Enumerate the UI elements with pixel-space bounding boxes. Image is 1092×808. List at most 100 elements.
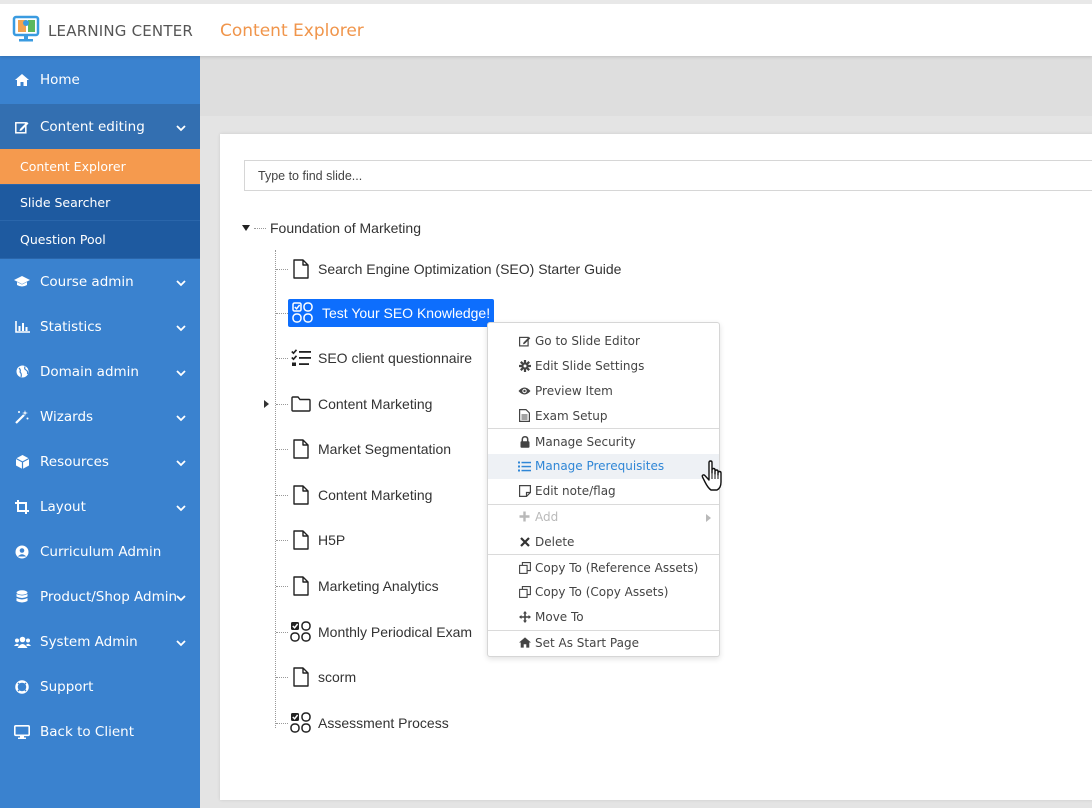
chevron-down-icon [176,120,186,136]
sidebar: Home Content editing Content Explorer Sl… [0,56,200,808]
page-icon [290,666,312,688]
sidebar-subitem-question-pool[interactable]: Question Pool [0,221,200,259]
tree-item[interactable]: Content Marketing [276,480,432,510]
tree-item[interactable]: Search Engine Optimization (SEO) Starter… [276,254,621,284]
sidebar-item-label: System Admin [40,633,138,650]
tree-item[interactable]: H5P [276,525,345,555]
sidebar-item-layout[interactable]: Layout [0,484,200,529]
expanded-caret-icon[interactable] [242,225,250,231]
learning-center-logo-icon [12,14,42,49]
sidebar-item-statistics[interactable]: Statistics [0,304,200,349]
menu-item-manage-security[interactable]: Manage Security [488,429,719,454]
collapsed-caret-icon[interactable] [264,400,269,408]
menu-item-add[interactable]: Add [488,505,719,530]
tree-item[interactable]: Market Segmentation [276,434,451,464]
sidebar-subitem-content-explorer[interactable]: Content Explorer [0,149,200,185]
sidebar-item-wizards[interactable]: Wizards [0,394,200,439]
exam-icon [290,712,312,734]
chevron-down-icon [176,410,186,426]
tree-item-label: Market Segmentation [318,441,452,457]
copy-icon [518,561,531,574]
home-icon [13,71,31,89]
tree-item-selected[interactable]: Test Your SEO Knowledge! [276,298,495,328]
brand[interactable]: LEARNING CENTER [12,14,193,49]
chevron-down-icon [176,635,186,651]
sidebar-item-label: Support [40,678,94,695]
tree-item[interactable]: Marketing Analytics [276,571,439,601]
menu-item-preview-item[interactable]: Preview Item [488,379,719,404]
menu-item-label: Add [535,509,559,524]
hand-pointer-cursor-icon [700,460,730,501]
menu-item-exam-setup[interactable]: Exam Setup [488,403,719,428]
chevron-down-icon [176,365,186,381]
list-icon [518,460,531,473]
gear-icon [518,360,531,373]
sidebar-item-product-shop-admin[interactable]: Product/Shop Admin [0,574,200,619]
sidebar-item-resources[interactable]: Resources [0,439,200,484]
tree-item[interactable]: SEO client questionnaire [276,343,472,373]
chevron-down-icon [176,590,186,606]
sidebar-item-support[interactable]: Support [0,664,200,709]
menu-item-label: Edit note/flag [535,484,616,499]
page-icon [290,529,312,551]
tree-folder[interactable]: Content Marketing [276,389,432,419]
exam-icon [292,302,318,324]
sidebar-item-label: Back to Client [40,723,134,740]
sidebar-item-system-admin[interactable]: System Admin [0,619,200,664]
menu-item-set-as-start-page[interactable]: Set As Start Page [488,631,719,656]
sidebar-item-label: Statistics [40,318,102,335]
note-icon [518,485,531,498]
menu-item-copy-to-reference-assets[interactable]: Copy To (Reference Assets) [488,555,719,580]
sidebar-item-domain-admin[interactable]: Domain admin [0,349,200,394]
edit-icon [13,118,31,136]
menu-item-label: Manage Prerequisites [535,459,665,474]
page-icon [290,575,312,597]
globe-icon [13,363,31,381]
sidebar-item-label: Course admin [40,273,134,290]
menu-item-manage-prerequisites[interactable]: Manage Prerequisites [488,453,719,479]
sidebar-item-label: Layout [40,498,86,515]
menu-item-label: Exam Setup [535,408,608,423]
menu-item-label: Move To [535,610,584,625]
menu-item-edit-note-flag[interactable]: Edit note/flag [488,479,719,504]
sidebar-item-course-admin[interactable]: Course admin [0,259,200,304]
bar-chart-icon [13,318,31,336]
chevron-down-icon [176,455,186,471]
close-icon [518,535,531,548]
menu-item-label: Edit Slide Settings [535,359,645,374]
sidebar-subitem-slide-searcher[interactable]: Slide Searcher [0,185,200,221]
user-circle-icon [13,543,31,561]
sidebar-item-content-editing[interactable]: Content editing [0,104,200,149]
sidebar-item-curriculum-admin[interactable]: Curriculum Admin [0,529,200,574]
copy-icon [518,586,531,599]
menu-item-edit-slide-settings[interactable]: Edit Slide Settings [488,354,719,379]
sidebar-item-label: Wizards [40,408,94,425]
sidebar-item-label: Domain admin [40,363,139,380]
document-icon [518,409,531,423]
life-ring-icon [13,678,31,696]
tree-item-label: Marketing Analytics [318,578,439,594]
sidebar-item-label: Curriculum Admin [40,543,162,560]
tree-item-label: SEO client questionnaire [318,350,473,366]
tree-item[interactable]: scorm [276,662,356,692]
tree-item-label: Content Marketing [318,396,433,412]
page-title: Content Explorer [220,21,364,41]
menu-item-copy-to-copy-assets[interactable]: Copy To (Copy Assets) [488,580,719,605]
tree-root-label: Foundation of Marketing [270,220,421,236]
tree-item-label: Content Marketing [318,487,433,503]
crop-icon [13,498,31,516]
chevron-down-icon [176,320,186,336]
home-icon [518,636,531,649]
menu-item-delete[interactable]: Delete [488,529,719,554]
lock-icon [518,435,531,448]
tree-item[interactable]: Monthly Periodical Exam [276,617,472,647]
menu-item-label: Go to Slide Editor [535,334,640,349]
menu-item-go-to-slide-editor[interactable]: Go to Slide Editor [488,329,719,354]
page-icon [290,438,312,460]
context-menu: Go to Slide Editor Edit Slide Settings P… [487,322,720,657]
menu-item-move-to[interactable]: Move To [488,605,719,630]
tree-item[interactable]: Assessment Process [276,708,449,738]
sidebar-item-home[interactable]: Home [0,56,200,104]
sidebar-item-back-to-client[interactable]: Back to Client [0,709,200,754]
tree-root[interactable]: Foundation of Marketing [242,220,421,236]
